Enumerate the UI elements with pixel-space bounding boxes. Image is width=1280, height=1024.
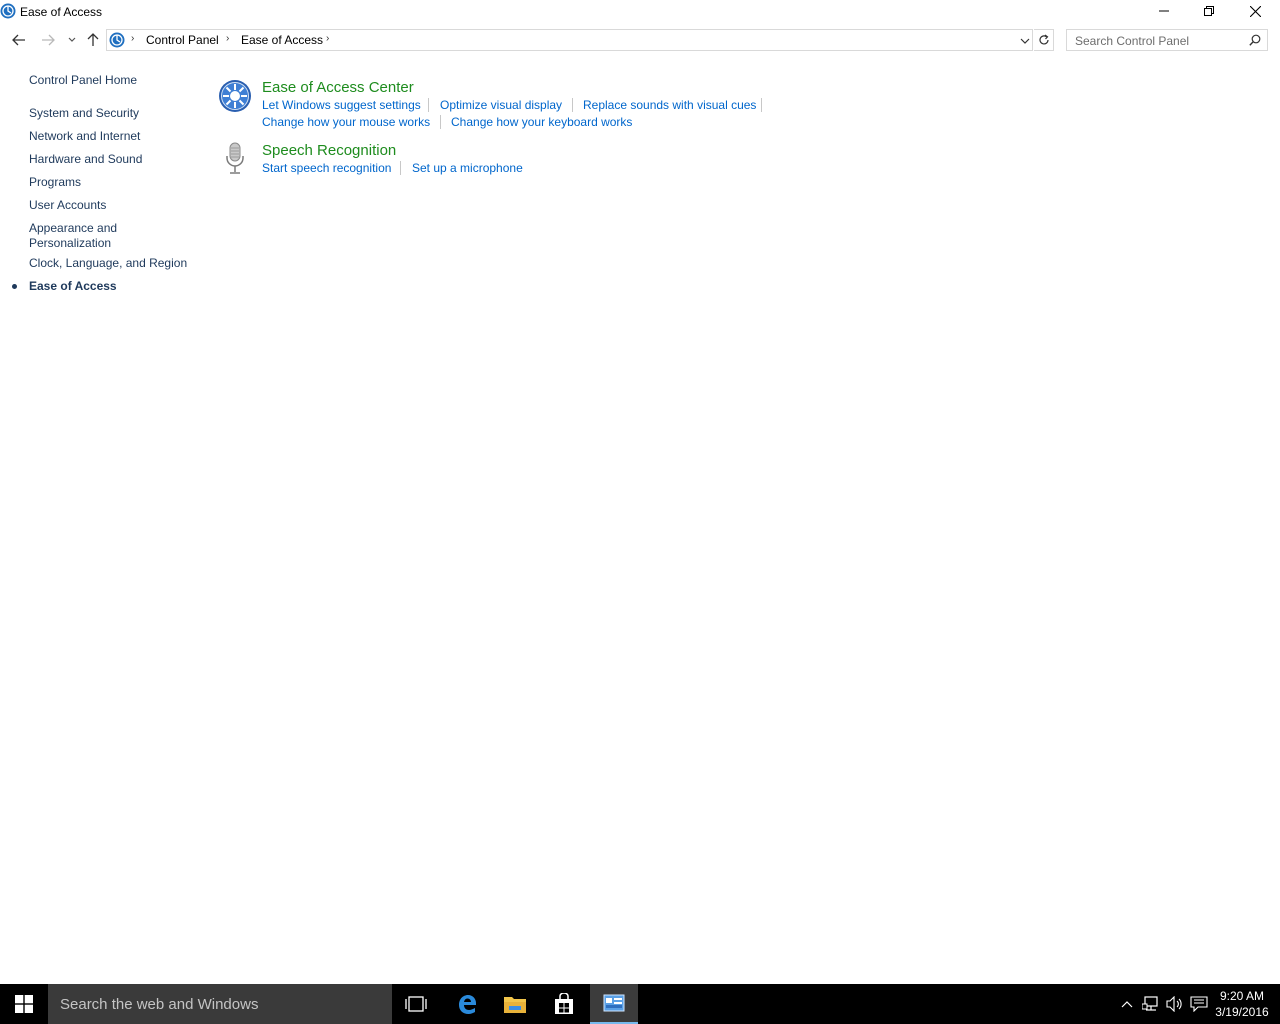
refresh-button[interactable] (1034, 29, 1054, 51)
restore-button[interactable] (1186, 0, 1232, 22)
task-optimize-visual-display[interactable]: Optimize visual display (440, 98, 562, 112)
task-set-up-a-microphone[interactable]: Set up a microphone (412, 161, 523, 175)
taskbar-clock[interactable]: 9:20 AM 3/19/2016 (1212, 988, 1272, 1020)
show-hidden-icons-chevron-up-icon[interactable] (1118, 996, 1136, 1012)
search-icon[interactable] (1249, 34, 1261, 49)
search-input[interactable]: Search Control Panel (1066, 29, 1268, 51)
sidebar-item-user-accounts[interactable]: User Accounts (29, 198, 106, 213)
breadcrumb-ease-of-access[interactable]: Ease of Access (241, 33, 323, 47)
sidebar-item-hardware-and-sound[interactable]: Hardware and Sound (29, 152, 142, 167)
address-bar[interactable]: › Control Panel › Ease of Access › (106, 29, 1033, 51)
recent-locations-chevron-down-icon[interactable] (62, 30, 82, 50)
task-divider (761, 98, 762, 112)
start-button[interactable] (0, 984, 48, 1024)
edge-browser-icon[interactable] (443, 984, 491, 1024)
ease-of-access-icon (0, 3, 16, 19)
ease-of-access-center-link[interactable]: Ease of Access Center (262, 79, 414, 96)
sidebar-item-clock-language-and-region[interactable]: Clock, Language, and Region (29, 256, 187, 271)
sidebar-item-system-and-security[interactable]: System and Security (29, 106, 139, 121)
forward-button[interactable] (38, 30, 58, 50)
network-icon[interactable] (1142, 996, 1160, 1012)
ease-of-access-icon (109, 32, 125, 48)
title-bar: Ease of Access (0, 0, 1280, 24)
taskbar-search-input[interactable]: Search the web and Windows (48, 984, 392, 1024)
taskbar-search-placeholder: Search the web and Windows (60, 996, 259, 1013)
back-button[interactable] (9, 30, 29, 50)
volume-icon[interactable] (1166, 996, 1184, 1012)
chevron-right-icon[interactable]: › (226, 33, 229, 44)
task-let-windows-suggest-settings[interactable]: Let Windows suggest settings (262, 98, 421, 112)
store-icon[interactable] (540, 984, 588, 1024)
breadcrumb-control-panel[interactable]: Control Panel (146, 33, 219, 47)
task-change-how-your-mouse-works[interactable]: Change how your mouse works (262, 115, 430, 129)
up-button[interactable] (83, 30, 103, 50)
clock-time: 9:20 AM (1219, 989, 1265, 1003)
sidebar-item-ease-of-access: Ease of Access (29, 279, 117, 293)
task-replace-sounds-with-visual-cues[interactable]: Replace sounds with visual cues (583, 98, 756, 112)
sidebar-item-programs[interactable]: Programs (29, 175, 81, 190)
microphone-icon[interactable] (218, 142, 252, 176)
sidebar-item-control-panel-home[interactable]: Control Panel Home (29, 73, 137, 88)
task-divider (428, 98, 429, 112)
sidebar-item-network-and-internet[interactable]: Network and Internet (29, 129, 140, 144)
chevron-right-icon[interactable]: › (131, 33, 134, 44)
window-title: Ease of Access (20, 5, 103, 19)
task-start-speech-recognition[interactable]: Start speech recognition (262, 161, 391, 175)
minimize-button[interactable] (1141, 0, 1187, 22)
navigation-bar: › Control Panel › Ease of Access › Searc… (0, 26, 1280, 54)
task-divider (572, 98, 573, 112)
action-center-icon[interactable] (1190, 996, 1208, 1012)
ease-of-access-icon[interactable] (218, 79, 252, 113)
task-view-icon[interactable] (392, 984, 440, 1024)
search-placeholder: Search Control Panel (1075, 34, 1190, 48)
sidebar-item-appearance-and-personalization[interactable]: Appearance and Personalization (29, 221, 117, 251)
control-panel-taskbar-icon[interactable] (590, 984, 638, 1024)
close-button[interactable] (1232, 0, 1278, 22)
speech-recognition-link[interactable]: Speech Recognition (262, 142, 396, 159)
sidebar-item-label: Personalization (29, 236, 112, 250)
file-explorer-icon[interactable] (491, 984, 539, 1024)
current-page-bullet-icon (12, 284, 17, 289)
address-dropdown-chevron-down-icon[interactable] (1018, 34, 1032, 48)
chevron-right-icon[interactable]: › (326, 33, 329, 44)
task-divider (400, 161, 401, 175)
sidebar-item-label: Appearance and (29, 221, 118, 235)
clock-date: 3/19/2016 (1215, 1005, 1269, 1019)
taskbar: Search the web and Windows 9:20 AM 3/19/… (0, 984, 1280, 1024)
task-change-how-your-keyboard-works[interactable]: Change how your keyboard works (451, 115, 632, 129)
task-divider (440, 115, 441, 129)
